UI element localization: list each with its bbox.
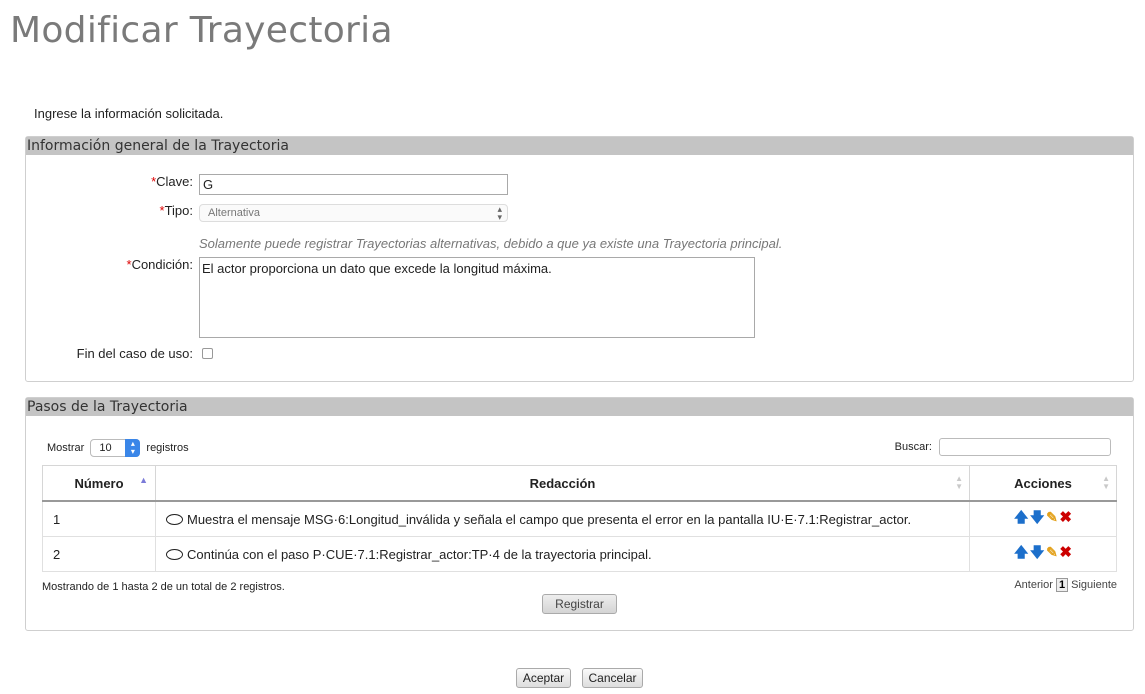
- show-label: Mostrar: [47, 441, 85, 454]
- condicion-label-text: Condición:: [131, 257, 193, 272]
- clave-input[interactable]: G: [199, 174, 508, 195]
- arrow-up-icon[interactable]: 🡅: [1014, 542, 1028, 566]
- column-header-numero[interactable]: Número ▲: [42, 465, 156, 502]
- sort-both-icon: ▲ ▼: [955, 474, 963, 491]
- page-title: Modificar Trayectoria: [10, 10, 393, 51]
- step-text-cell: Continúa con el paso P·CUE·7.1:Registrar…: [155, 536, 970, 572]
- cancel-button[interactable]: Cancelar: [582, 668, 643, 688]
- table-header-row: Número ▲ Redacción ▲ ▼ Acciones ▲ ▼: [42, 465, 1117, 502]
- step-oval-icon: [166, 548, 183, 560]
- tipo-select-value: Alternativa: [208, 207, 260, 219]
- tipo-select[interactable]: Alternativa ▴ ▾: [199, 204, 508, 222]
- page-length-value: 10: [99, 442, 112, 454]
- next-page-link[interactable]: Siguiente: [1071, 579, 1117, 591]
- pencil-icon[interactable]: ✎: [1046, 509, 1058, 526]
- steps-panel: Pasos de la Trayectoria Mostrar 10 ▴ ▾ re…: [25, 397, 1134, 631]
- general-info-panel: Información general de la Trayectoria *C…: [25, 136, 1134, 382]
- prev-page-link[interactable]: Anterior: [1014, 579, 1053, 591]
- table-info: Mostrando de 1 hasta 2 de un total de 2 …: [42, 581, 285, 593]
- step-text-cell: Muestra el mensaje MSG·6:Longitud_inváli…: [155, 500, 970, 537]
- delete-x-icon[interactable]: ✖: [1059, 508, 1072, 526]
- tipo-label-text: Tipo:: [164, 203, 193, 218]
- arrow-up-icon[interactable]: 🡅: [1014, 507, 1028, 531]
- tipo-label: *Tipo:: [160, 203, 193, 218]
- select-arrows-icon: ▴ ▾: [497, 204, 502, 222]
- step-text: Muestra el mensaje MSG·6:Longitud_inváli…: [187, 511, 912, 527]
- page-length-select[interactable]: 10 ▴ ▾: [90, 439, 141, 457]
- step-text: Continúa con el paso P·CUE·7.1:Registrar…: [187, 546, 652, 562]
- clave-label: *Clave:: [151, 174, 193, 189]
- records-label: registros: [146, 441, 189, 454]
- fin-checkbox[interactable]: [202, 348, 213, 359]
- step-actions: 🡅 🡇 ✎ ✖: [969, 500, 1117, 537]
- accept-button[interactable]: Aceptar: [516, 668, 571, 688]
- column-header-acciones[interactable]: Acciones ▲ ▼: [969, 465, 1117, 502]
- step-oval-icon: [166, 513, 183, 525]
- column-header-label: Acciones: [1014, 475, 1072, 491]
- pagination: Anterior 1 Siguiente: [1014, 578, 1117, 592]
- clave-label-text: Clave:: [156, 174, 193, 189]
- instructions-text: Ingrese la información solicitada.: [34, 106, 224, 121]
- table-row: 2 Continúa con el paso P·CUE·7.1:Registr…: [42, 536, 1117, 572]
- condicion-textarea[interactable]: El actor proporciona un dato que excede …: [199, 257, 755, 338]
- column-header-label: Número: [74, 475, 124, 491]
- search-input[interactable]: [939, 438, 1111, 456]
- pencil-icon[interactable]: ✎: [1046, 544, 1058, 561]
- page-length-control: Mostrar 10 ▴ ▾ registros: [47, 439, 189, 457]
- column-header-label: Redacción: [529, 475, 596, 491]
- tipo-hint: Solamente puede registrar Trayectorias a…: [199, 236, 783, 251]
- sort-both-icon: ▲ ▼: [1102, 474, 1110, 491]
- sort-asc-icon: ▲: [139, 475, 148, 485]
- arrow-down-icon[interactable]: 🡇: [1030, 507, 1044, 531]
- column-header-redaccion[interactable]: Redacción ▲ ▼: [155, 465, 970, 502]
- register-step-button[interactable]: Registrar: [542, 594, 617, 614]
- page-number-button[interactable]: 1: [1055, 578, 1069, 592]
- step-number: 2: [42, 536, 156, 572]
- select-arrows-icon: ▴ ▾: [125, 439, 141, 457]
- delete-x-icon[interactable]: ✖: [1059, 543, 1072, 561]
- table-row: 1 Muestra el mensaje MSG·6:Longitud_invá…: [42, 500, 1117, 537]
- general-info-header: Información general de la Trayectoria: [26, 137, 1133, 155]
- search-control: Buscar:: [895, 438, 1111, 456]
- steps-table: Número ▲ Redacción ▲ ▼ Acciones ▲ ▼ 1 Mues…: [42, 465, 1117, 572]
- arrow-down-icon[interactable]: 🡇: [1030, 542, 1044, 566]
- steps-header: Pasos de la Trayectoria: [26, 398, 1133, 416]
- fin-label: Fin del caso de uso:: [76, 346, 193, 361]
- search-label: Buscar:: [894, 440, 932, 453]
- step-actions: 🡅 🡇 ✎ ✖: [969, 536, 1117, 572]
- step-number: 1: [42, 500, 156, 537]
- condicion-label: *Condición:: [127, 257, 194, 272]
